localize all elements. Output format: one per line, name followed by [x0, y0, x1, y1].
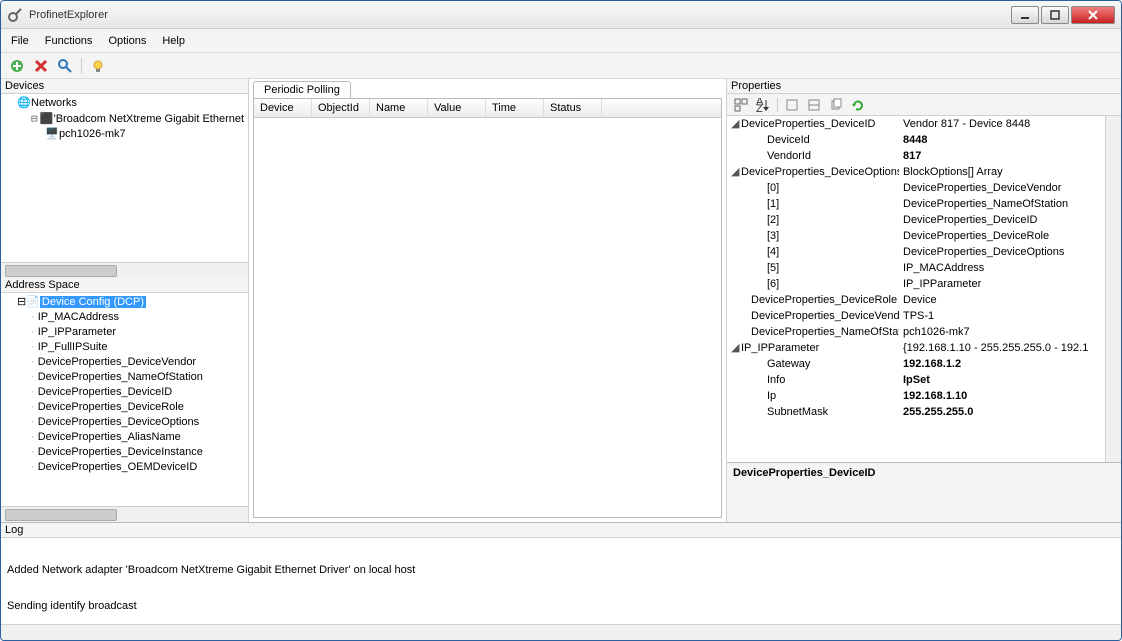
addr-item[interactable]: · DeviceProperties_DeviceRole	[31, 400, 246, 415]
maximize-button[interactable]	[1041, 6, 1069, 24]
properties-header: Properties	[727, 79, 1121, 94]
config-icon: 📄	[26, 296, 40, 308]
tree-adapter[interactable]: ⊟⬛'Broadcom NetXtreme Gigabit Ethernet D…	[31, 111, 246, 142]
addr-root[interactable]: ⊟📄Device Config (DCP) · IP_MACAddress· I…	[17, 295, 246, 475]
address-space-header: Address Space	[1, 278, 248, 293]
menu-functions[interactable]: Functions	[45, 35, 93, 47]
sort-icon[interactable]: AZ	[755, 97, 771, 113]
delete-icon[interactable]	[33, 58, 49, 74]
addr-item[interactable]: · IP_IPParameter	[31, 325, 246, 340]
properties-description: DeviceProperties_DeviceID	[727, 462, 1121, 522]
tree-networks[interactable]: 🌐Networks ⊟⬛'Broadcom NetXtreme Gigabit …	[17, 96, 246, 142]
menu-options[interactable]: Options	[108, 35, 146, 47]
addr-item[interactable]: · DeviceProperties_DeviceVendor	[31, 355, 246, 370]
app-icon	[7, 7, 23, 23]
devices-hscroll[interactable]	[1, 262, 248, 278]
device-icon: 🖥️	[45, 127, 59, 142]
tab-periodic-polling[interactable]: Periodic Polling	[253, 81, 351, 98]
addr-item[interactable]: · DeviceProperties_NameOfStation	[31, 370, 246, 385]
svg-text:Z: Z	[756, 103, 763, 112]
copy-icon[interactable]	[828, 97, 844, 113]
col-objectid[interactable]: ObjectId	[312, 99, 370, 117]
addr-item[interactable]: · IP_FullIPSuite	[31, 340, 246, 355]
window-title: ProfinetExplorer	[29, 9, 1011, 21]
log-line: Sending identify broadcast	[7, 600, 1115, 612]
addr-item[interactable]: · DeviceProperties_OEMDeviceID	[31, 460, 246, 475]
categorized-icon[interactable]	[733, 97, 749, 113]
col-device[interactable]: Device	[254, 99, 312, 117]
refresh-icon[interactable]	[850, 97, 866, 113]
col-value[interactable]: Value	[428, 99, 486, 117]
properties-grid[interactable]: ◢DeviceProperties_DeviceIDVendor 817 - D…	[727, 116, 1121, 462]
devices-tree[interactable]: 🌐Networks ⊟⬛'Broadcom NetXtreme Gigabit …	[1, 94, 248, 262]
addr-item[interactable]: · DeviceProperties_AliasName	[31, 430, 246, 445]
log-panel[interactable]: Added Network adapter 'Broadcom NetXtrem…	[1, 538, 1121, 624]
address-space-tree[interactable]: ⊟📄Device Config (DCP) · IP_MACAddress· I…	[1, 293, 248, 506]
col-time[interactable]: Time	[486, 99, 544, 117]
menu-file[interactable]: File	[11, 35, 29, 47]
add-icon[interactable]	[9, 58, 25, 74]
log-header: Log	[1, 523, 1121, 538]
menu-help[interactable]: Help	[162, 35, 185, 47]
adapter-icon: ⬛	[40, 112, 54, 127]
addr-item[interactable]: · DeviceProperties_DeviceID	[31, 385, 246, 400]
properties-vscroll[interactable]	[1105, 116, 1121, 462]
col-name[interactable]: Name	[370, 99, 428, 117]
addr-item[interactable]: · IP_MACAddress	[31, 310, 246, 325]
app-window: ProfinetExplorer File Functions Options …	[0, 0, 1122, 641]
lightbulb-icon[interactable]	[90, 58, 106, 74]
tabstrip: Periodic Polling	[249, 81, 726, 98]
titlebar[interactable]: ProfinetExplorer	[1, 1, 1121, 29]
toolbar-separator	[81, 58, 82, 74]
addr-item[interactable]: · DeviceProperties_DeviceInstance	[31, 445, 246, 460]
props-icon-1[interactable]	[784, 97, 800, 113]
col-status[interactable]: Status	[544, 99, 602, 117]
addr-item[interactable]: · DeviceProperties_DeviceOptions	[31, 415, 246, 430]
minimize-button[interactable]	[1011, 6, 1039, 24]
props-icon-2[interactable]	[806, 97, 822, 113]
devices-header: Devices	[1, 79, 248, 94]
properties-toolbar: AZ	[727, 94, 1121, 116]
tree-device[interactable]: 🖥️pch1026-mk7	[45, 127, 246, 142]
log-line: Added Network adapter 'Broadcom NetXtrem…	[7, 564, 1115, 576]
close-button[interactable]	[1071, 6, 1115, 24]
addr-hscroll[interactable]	[1, 506, 248, 522]
search-icon[interactable]	[57, 58, 73, 74]
log-hscroll[interactable]	[1, 624, 1121, 640]
menubar: File Functions Options Help	[1, 29, 1121, 53]
network-icon: 🌐	[17, 96, 31, 111]
polling-grid[interactable]: Device ObjectId Name Value Time Status	[253, 98, 722, 518]
toolbar	[1, 53, 1121, 79]
